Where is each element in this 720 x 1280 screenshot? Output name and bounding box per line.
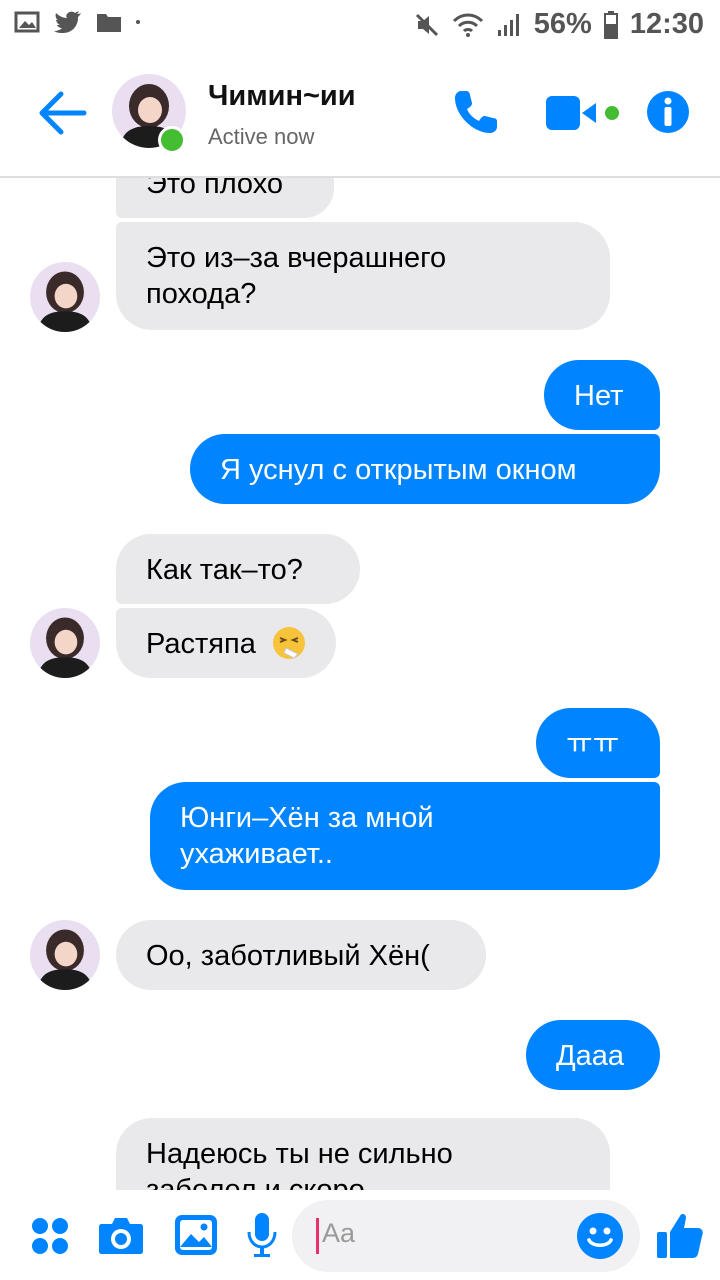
info-icon[interactable] (646, 90, 690, 134)
text-cursor (316, 1218, 319, 1254)
conversation-header: Чимин~ии Active now (0, 50, 720, 178)
active-status: Active now (208, 124, 315, 149)
sender-avatar[interactable] (30, 262, 100, 332)
signal-icon (497, 13, 519, 36)
contact-name[interactable]: Чимин~ии (208, 80, 356, 113)
message-text: Дааа (556, 1040, 625, 1072)
back-arrow-icon[interactable] (38, 90, 88, 136)
emoji-icon[interactable] (576, 1212, 624, 1260)
video-camera-icon[interactable] (544, 92, 624, 134)
mute-icon (415, 13, 438, 36)
input-placeholder: Aa (322, 1218, 356, 1248)
folder-notification-icon (97, 14, 121, 32)
gallery-icon[interactable] (174, 1214, 218, 1256)
gallery-notification-icon (14, 11, 40, 33)
message-outgoing[interactable]: Я уснул с открытым окном (190, 434, 660, 504)
message-text: Оо, заботливый Хён( (146, 940, 430, 972)
message-text: Это из–за вчерашнего (146, 242, 447, 274)
apps-icon[interactable] (30, 1216, 70, 1256)
battery-percent: 56% (533, 8, 592, 40)
message-text: ухаживает.. (180, 838, 333, 870)
sender-avatar[interactable] (30, 920, 100, 990)
message-text: заболел и скоро (146, 1174, 365, 1190)
camera-icon[interactable] (98, 1214, 144, 1256)
status-bar: 56% 12:30 (0, 0, 720, 50)
phone-icon[interactable] (452, 88, 500, 136)
message-incoming[interactable]: Надеюсь ты не сильно заболел и скоро (116, 1118, 610, 1190)
like-thumb-icon[interactable] (656, 1210, 704, 1260)
message-incoming[interactable]: Это плохо (116, 178, 334, 218)
message-text: Я уснул с открытым окном (220, 454, 577, 486)
sender-avatar[interactable] (30, 608, 100, 678)
avatar-photo (30, 920, 100, 990)
message-thread[interactable]: Это плохо Это из–за вчерашнего похода? Н… (0, 178, 720, 1190)
message-outgoing[interactable]: Дааа (526, 1020, 660, 1090)
message-text: ㅠㅠ (566, 728, 620, 760)
message-incoming[interactable]: Растяпа (116, 608, 336, 678)
avatar-photo (30, 608, 100, 678)
sneezing-face-emoji-icon (273, 627, 305, 659)
more-notifications-dot (136, 20, 140, 24)
message-text: Как так–то? (146, 554, 303, 586)
clock: 12:30 (629, 8, 704, 40)
message-text: Юнги–Хён за мной (180, 802, 434, 834)
wifi-icon (452, 13, 483, 37)
message-text: Надеюсь ты не сильно (146, 1138, 453, 1170)
message-text: похода? (146, 278, 257, 310)
avatar-photo (30, 262, 100, 332)
message-outgoing[interactable]: Юнги–Хён за мной ухаживает.. (150, 782, 660, 890)
message-incoming[interactable]: Оо, заботливый Хён( (116, 920, 486, 990)
composer-bar: Aa (0, 1190, 720, 1280)
message-incoming[interactable]: Это из–за вчерашнего похода? (116, 222, 610, 330)
message-input[interactable]: Aa (292, 1200, 640, 1272)
microphone-icon[interactable] (246, 1212, 278, 1258)
battery-icon (603, 10, 618, 39)
online-indicator (158, 126, 186, 154)
message-text: Нет (574, 380, 624, 412)
twitter-notification-icon (54, 11, 81, 33)
message-text: Растяпа (146, 628, 256, 660)
message-text: Это плохо (146, 178, 284, 200)
message-outgoing[interactable]: Нет (544, 360, 660, 430)
message-incoming[interactable]: Как так–то? (116, 534, 360, 604)
message-outgoing[interactable]: ㅠㅠ (536, 708, 660, 778)
